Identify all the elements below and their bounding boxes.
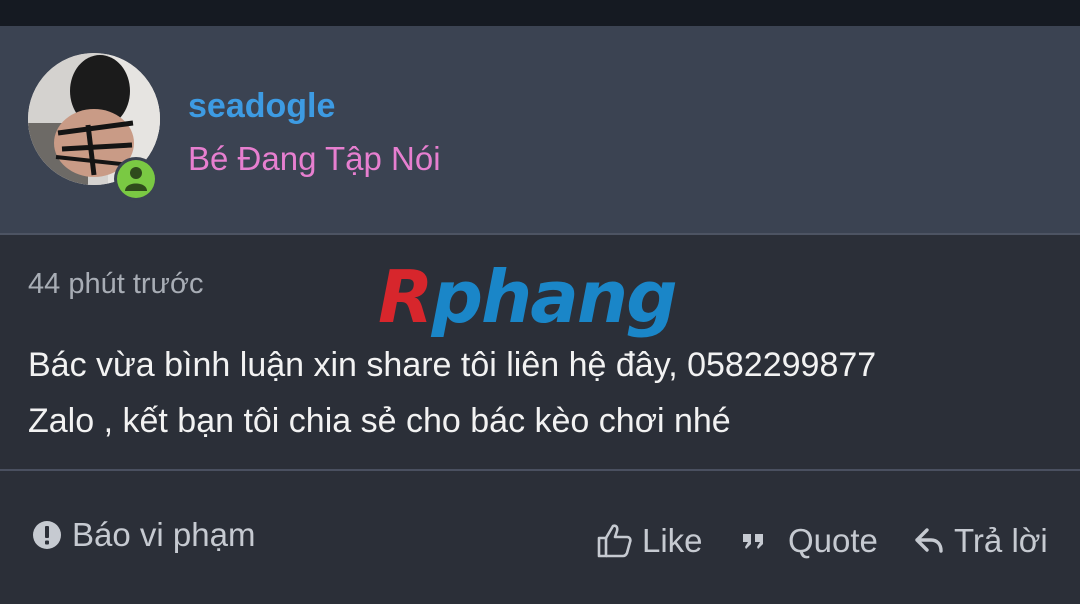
- quote-label: Quote: [788, 522, 878, 559]
- post-body: 44 phút trước Rphang Bác vừa bình luận x…: [0, 235, 1080, 471]
- like-button[interactable]: Like: [596, 521, 703, 561]
- reply-button[interactable]: Trả lời: [914, 521, 1048, 561]
- post-content-line-1: Bác vừa bình luận xin share tôi liên hệ …: [28, 346, 877, 384]
- top-bar: [0, 0, 1080, 26]
- watermark-r: R: [378, 255, 433, 339]
- online-status-badge: [114, 157, 158, 201]
- quote-icon: [742, 531, 766, 551]
- watermark-logo: Rphang: [378, 255, 678, 339]
- warning-icon: [32, 520, 62, 550]
- thumbs-up-icon: [596, 523, 632, 559]
- username[interactable]: seadogle: [188, 86, 335, 126]
- user-title: Bé Đang Tập Nói: [188, 140, 441, 177]
- report-label: Báo vi phạm: [72, 516, 256, 553]
- quote-button[interactable]: Quote: [742, 521, 878, 561]
- post-content-line-2: Zalo , kết bạn tôi chia sẻ cho bác kèo c…: [28, 402, 731, 440]
- post-content: Bác vừa bình luận xin share tôi liên hệ …: [28, 337, 1028, 449]
- like-label: Like: [642, 522, 703, 559]
- user-header: seadogle Bé Đang Tập Nói: [0, 26, 1080, 235]
- watermark-rest: phang: [431, 255, 677, 339]
- online-status-icon: [125, 167, 147, 191]
- reply-label: Trả lời: [954, 522, 1048, 559]
- post-actions: Báo vi phạm Like Quote Trả lời: [0, 471, 1080, 604]
- report-button[interactable]: Báo vi phạm: [32, 515, 255, 555]
- reply-icon: [914, 527, 944, 555]
- post-timestamp[interactable]: 44 phút trước: [28, 266, 203, 302]
